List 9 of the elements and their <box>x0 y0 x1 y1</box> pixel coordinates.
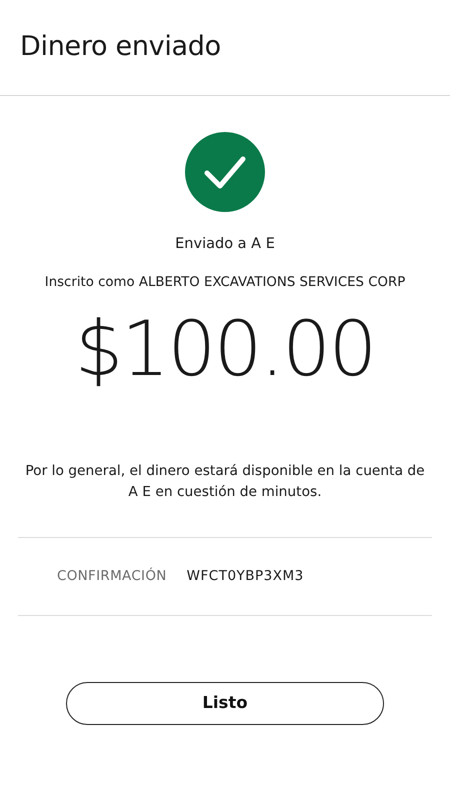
confirmation-label: CONFIRMACIÓN <box>57 566 167 586</box>
registered-name-text: Inscrito como ALBERTO EXCAVATIONS SERVICES CORP <box>44 274 406 292</box>
done-button[interactable]: Listo <box>66 682 384 725</box>
checkmark-icon <box>185 132 265 212</box>
page-title: Dinero enviado <box>20 31 221 64</box>
recipient-text: Enviado a A E <box>175 235 275 254</box>
amount-text: $100.00 <box>74 310 376 387</box>
info-text: Por lo general, el dinero estará disponible en la cuenta de A E en cuestión de minutos. <box>24 462 426 502</box>
confirmation-number: WFCT0YBP3XM3 <box>186 567 304 586</box>
